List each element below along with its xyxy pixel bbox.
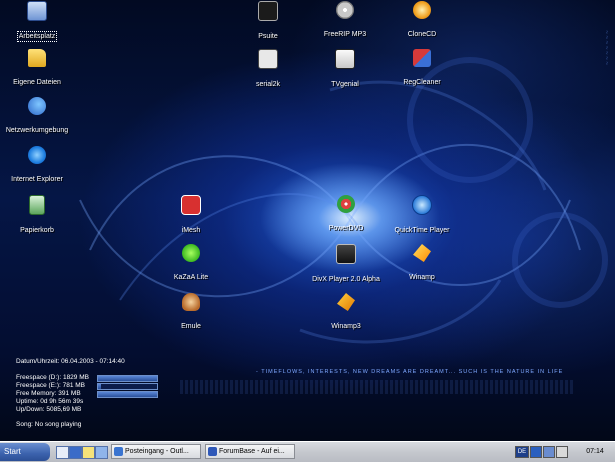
winamp-icon	[413, 244, 431, 262]
desktop-icon-label: serial2k	[255, 81, 281, 88]
show-desktop-icon[interactable]	[56, 446, 69, 459]
free-memory-bar	[97, 391, 158, 398]
browser-icon	[208, 447, 217, 456]
desktop-icon-label: Arbeitsplatz	[16, 31, 58, 42]
desktop-icon-label: KaZaA Lite	[173, 274, 209, 281]
desktop-icon-label: Internet Explorer	[11, 176, 63, 183]
clonecd-icon	[413, 1, 431, 19]
outlook-icon	[114, 447, 123, 456]
desktop-icon-label: RegCleaner	[403, 79, 441, 86]
desktop-icon-label: DivX Player 2.0 Alpha	[312, 276, 380, 283]
taskbar-button-outlook[interactable]: Posteingang - Outl...	[111, 444, 201, 459]
tv-icon	[335, 49, 355, 69]
wallpaper-faint-text	[180, 380, 575, 394]
free-memory-bar-fill	[98, 392, 157, 397]
freespace-e-bar-fill	[98, 384, 101, 389]
sysinfo-freespace-d: Freespace (D:): 1829 MB	[16, 374, 89, 381]
regcleaner-icon	[413, 49, 431, 67]
emule-icon	[182, 293, 200, 311]
sysinfo-song: Song: No song playing	[16, 421, 82, 428]
taskbar-button-forumbase[interactable]: ForumBase - Auf ei...	[205, 444, 295, 459]
explorer-quicklaunch-icon[interactable]	[95, 446, 108, 459]
desktop-icon-label: Psuite	[258, 33, 278, 40]
computer-icon	[27, 1, 47, 21]
taskbar: Start Posteingang - Outl... ForumBase - …	[0, 441, 615, 462]
desktop-icon-eigene-dateien[interactable]: Eigene Dateien	[2, 49, 72, 88]
desktop-icon-emule[interactable]: Emule	[156, 293, 226, 332]
sysinfo-free-memory: Free Memory: 391 MB	[16, 390, 81, 397]
desktop-icon-label: FreeRIP MP3	[323, 31, 367, 38]
desktop-icon-label: CloneCD	[407, 31, 437, 38]
freespace-d-bar-fill	[98, 376, 157, 381]
taskbar-clock[interactable]: 07:14	[575, 443, 615, 461]
start-button-label: Start	[4, 447, 21, 456]
desktop-icon-label: Winamp3	[331, 323, 361, 330]
desktop[interactable]: ~~~~~~~ - TIMEFLOWS, INTERESTS, NEW DREA…	[0, 0, 615, 441]
desktop-icon-label: Netzwerkumgebung	[5, 127, 69, 134]
sysinfo-freespace-e: Freespace (E:): 781 MB	[16, 382, 85, 389]
freespace-e-bar	[97, 383, 158, 390]
volume-tray-icon[interactable]	[556, 446, 568, 458]
psuite-icon	[258, 1, 278, 21]
language-indicator-label: DE	[517, 449, 527, 455]
tray-app-icon[interactable]	[530, 446, 542, 458]
sysinfo-datetime: Datum/Uhrzeit: 06.04.2003 - 07:14:40	[16, 358, 125, 365]
desktop-icon-powerdvd[interactable]: PowerDVD	[311, 195, 381, 234]
desktop-icon-internet-explorer[interactable]: Internet Explorer	[2, 146, 72, 185]
cd-music-icon	[336, 1, 354, 19]
desktop-icon-netzwerkumgebung[interactable]: Netzwerkumgebung	[2, 97, 72, 136]
desktop-icon-label: PowerDVD	[328, 225, 364, 232]
kazaa-icon	[182, 244, 200, 262]
desktop-icon-label: iMesh	[181, 227, 201, 234]
sysinfo-uptime: Uptime: 0d 9h 56m 39s	[16, 398, 84, 405]
desktop-icon-label: Eigene Dateien	[13, 79, 61, 86]
taskbar-button-label: ForumBase - Auf ei...	[219, 448, 285, 455]
desktop-icon-label: Emule	[181, 323, 201, 330]
taskbar-button-label: Posteingang - Outl...	[125, 448, 189, 455]
desktop-icon-kazaa[interactable]: KaZaA Lite	[156, 244, 226, 283]
network-icon	[28, 97, 46, 115]
desktop-icon-serial2k[interactable]: serial2k	[233, 49, 303, 90]
start-button[interactable]: Start	[0, 443, 50, 461]
divx-icon	[336, 244, 356, 264]
desktop-icon-imesh[interactable]: iMesh	[156, 195, 226, 236]
desktop-icon-papierkorb[interactable]: Papierkorb	[2, 195, 72, 236]
desktop-icon-regcleaner[interactable]: RegCleaner	[387, 49, 457, 88]
freespace-d-bar	[97, 375, 158, 382]
desktop-icon-clonecd[interactable]: CloneCD	[387, 1, 457, 40]
desktop-icon-label: QuickTime Player	[394, 227, 450, 234]
desktop-icon-arbeitsplatz[interactable]: Arbeitsplatz	[2, 1, 72, 42]
folder-icon	[28, 49, 46, 67]
desktop-icon-divx[interactable]: DivX Player 2.0 Alpha	[303, 244, 389, 285]
desktop-icon-label: Winamp	[409, 274, 435, 281]
internet-explorer-quicklaunch-icon[interactable]	[69, 446, 82, 459]
desktop-icon-winamp[interactable]: Winamp	[387, 244, 457, 283]
sysinfo-updown: Up/Down: 5085,69 MB	[16, 406, 82, 413]
desktop-icon-quicktime[interactable]: QuickTime Player	[387, 195, 457, 236]
outlook-quicklaunch-icon[interactable]	[82, 446, 95, 459]
imesh-icon	[181, 195, 201, 215]
desktop-icon-freerip[interactable]: FreeRIP MP3	[310, 1, 380, 40]
recycle-bin-icon	[29, 195, 45, 215]
desktop-icon-label: Papierkorb	[20, 227, 54, 234]
language-indicator[interactable]: DE	[515, 446, 529, 458]
winamp3-icon	[337, 293, 355, 311]
internet-explorer-icon	[28, 146, 46, 164]
desktop-icon-winamp3[interactable]: Winamp3	[311, 293, 381, 332]
desktop-icon-label: TVgenial	[331, 81, 359, 88]
wallpaper-vertical-text: ~~~~~~~	[603, 30, 609, 67]
quicktime-icon	[412, 195, 432, 215]
desktop-icon-psuite[interactable]: Psuite	[233, 1, 303, 42]
serial2k-icon	[258, 49, 278, 69]
wallpaper-tagline: - TIMEFLOWS, INTERESTS, NEW DREAMS ARE D…	[256, 369, 564, 375]
network-tray-icon[interactable]	[543, 446, 555, 458]
powerdvd-icon	[337, 195, 355, 213]
desktop-icon-tvgenial[interactable]: TVgenial	[310, 49, 380, 90]
